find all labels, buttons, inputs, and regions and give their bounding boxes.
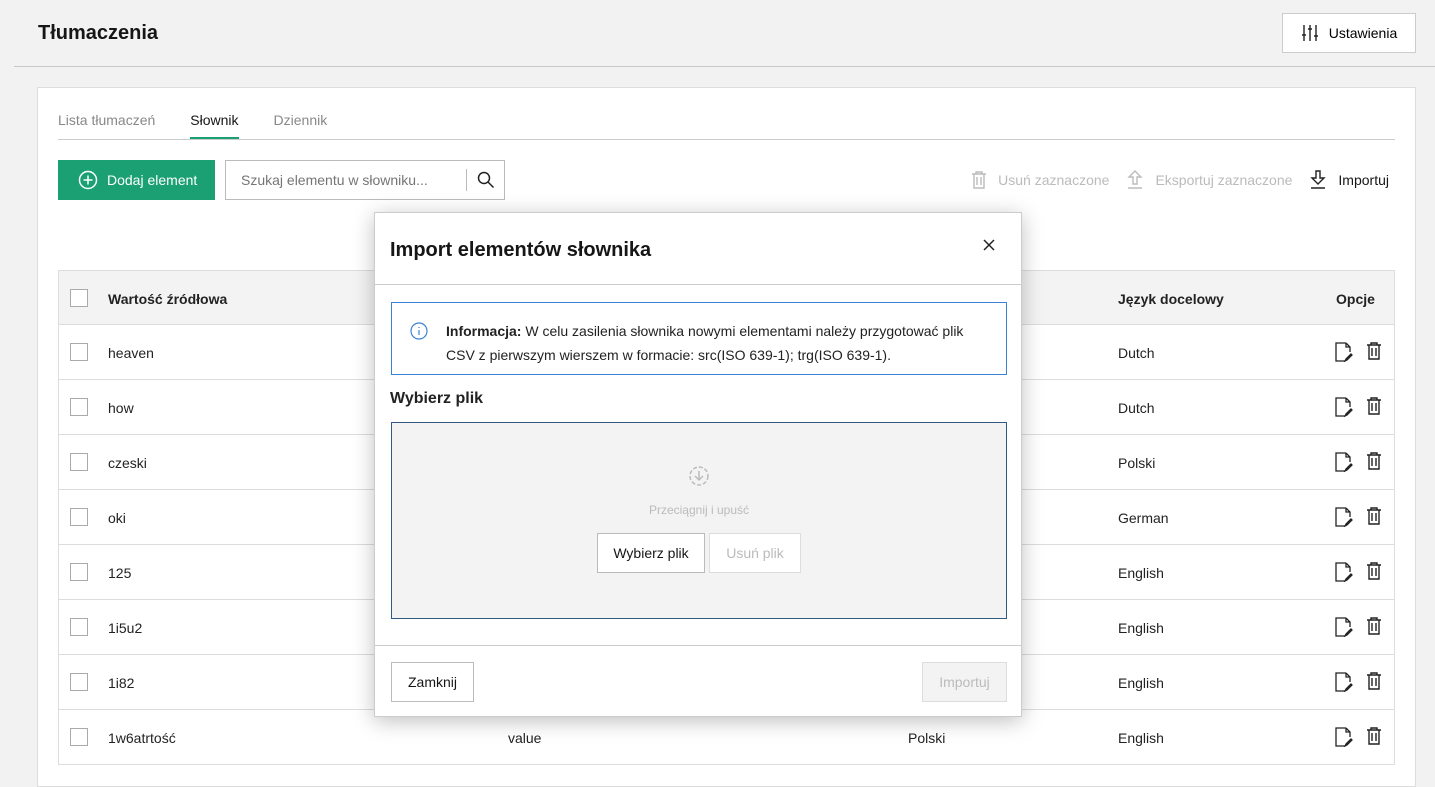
search-input[interactable] bbox=[226, 161, 466, 199]
trash-icon[interactable] bbox=[1367, 727, 1381, 745]
target-lang: English bbox=[1118, 730, 1164, 746]
edit-icon[interactable] bbox=[1335, 727, 1353, 747]
import-label: Importuj bbox=[1338, 171, 1389, 188]
source-value: 1w6atrtość bbox=[108, 730, 176, 746]
import-submit-button[interactable]: Importuj bbox=[922, 662, 1007, 702]
target-lang: English bbox=[1118, 565, 1164, 581]
row-checkbox[interactable] bbox=[70, 673, 88, 691]
row-checkbox[interactable] bbox=[70, 453, 88, 471]
file-dropzone[interactable]: Przeciągnij i upuść Wybierz plik Usuń pl… bbox=[391, 422, 1007, 619]
trash-icon[interactable] bbox=[1367, 672, 1381, 690]
row-checkbox[interactable] bbox=[70, 563, 88, 581]
tab-dictionary[interactable]: Słownik bbox=[190, 112, 239, 139]
row-options bbox=[1335, 452, 1381, 472]
row-options bbox=[1335, 672, 1381, 692]
modal-header: Import elementów słownika bbox=[375, 213, 1021, 285]
modal-footer-divider bbox=[375, 645, 1021, 646]
add-element-button[interactable]: Dodaj element bbox=[58, 160, 215, 200]
source-value: 1i5u2 bbox=[108, 620, 143, 636]
tab-translation-list[interactable]: Lista tłumaczeń bbox=[58, 112, 155, 139]
edit-icon[interactable] bbox=[1335, 452, 1353, 472]
info-text: W celu zasilenia słownika nowymi element… bbox=[446, 323, 964, 363]
trash-icon[interactable] bbox=[1367, 507, 1381, 525]
source-lang: Polski bbox=[908, 730, 946, 746]
row-options bbox=[1335, 342, 1381, 362]
info-box: Informacja: W celu zasilenia słownika no… bbox=[391, 302, 1007, 375]
select-all-checkbox[interactable] bbox=[70, 289, 88, 307]
row-checkbox[interactable] bbox=[70, 728, 88, 746]
import-modal: Import elementów słownika Informacja: W … bbox=[374, 212, 1022, 717]
edit-icon[interactable] bbox=[1335, 342, 1353, 362]
source-value: 125 bbox=[108, 565, 132, 581]
trash-icon bbox=[972, 170, 987, 189]
header-target-lang: Język docelowy bbox=[1118, 291, 1224, 307]
row-checkbox[interactable] bbox=[70, 508, 88, 526]
info-icon bbox=[410, 322, 428, 340]
choose-file-label: Wybierz plik bbox=[390, 390, 484, 407]
row-checkbox[interactable] bbox=[70, 618, 88, 636]
tab-log[interactable]: Dziennik bbox=[274, 112, 328, 139]
edit-icon[interactable] bbox=[1335, 397, 1353, 417]
search-icon bbox=[477, 171, 494, 189]
target-lang: Dutch bbox=[1118, 345, 1155, 361]
download-icon bbox=[1310, 170, 1327, 189]
export-selected-label: Eksportuj zaznaczone bbox=[1155, 171, 1293, 188]
export-selected-button[interactable]: Eksportuj zaznaczone bbox=[1127, 170, 1292, 189]
row-options bbox=[1335, 727, 1381, 747]
plus-circle-icon bbox=[78, 170, 98, 190]
search-box bbox=[225, 160, 505, 200]
table-row: 1w6atrtość value Polski English bbox=[58, 710, 1395, 765]
target-lang: English bbox=[1118, 620, 1164, 636]
trash-icon[interactable] bbox=[1367, 562, 1381, 580]
row-checkbox[interactable] bbox=[70, 343, 88, 361]
settings-label: Ustawienia bbox=[1328, 25, 1398, 41]
add-element-label: Dodaj element bbox=[107, 172, 198, 188]
trash-icon[interactable] bbox=[1367, 397, 1381, 415]
row-options bbox=[1335, 617, 1381, 637]
target-lang: German bbox=[1118, 510, 1169, 526]
target-lang: Polski bbox=[1118, 455, 1156, 471]
sliders-icon bbox=[1301, 25, 1318, 41]
search-button[interactable] bbox=[466, 169, 504, 191]
divider bbox=[14, 66, 1435, 67]
edit-icon[interactable] bbox=[1335, 562, 1353, 582]
header-source: Wartość źródłowa bbox=[108, 291, 228, 307]
import-button[interactable]: Importuj bbox=[1310, 170, 1389, 189]
page-title: Tłumaczenia bbox=[38, 22, 159, 44]
row-checkbox[interactable] bbox=[70, 398, 88, 416]
row-options bbox=[1335, 562, 1381, 582]
trash-icon[interactable] bbox=[1367, 342, 1381, 360]
delete-selected-label: Usuń zaznaczone bbox=[998, 171, 1110, 188]
drop-text: Przeciągnij i upuść bbox=[648, 503, 750, 517]
remove-file-button[interactable]: Usuń plik bbox=[709, 533, 801, 573]
target-lang: Dutch bbox=[1118, 400, 1155, 416]
trash-icon[interactable] bbox=[1367, 452, 1381, 470]
info-label: Informacja: bbox=[446, 323, 522, 339]
target-value: value bbox=[508, 730, 542, 746]
download-circle-icon bbox=[689, 466, 709, 486]
source-value: 1i82 bbox=[108, 675, 135, 691]
edit-icon[interactable] bbox=[1335, 507, 1353, 527]
tabs: Lista tłumaczeń Słownik Dziennik bbox=[58, 112, 1395, 140]
source-value: heaven bbox=[108, 345, 154, 361]
trash-icon[interactable] bbox=[1367, 617, 1381, 635]
settings-button[interactable]: Ustawienia bbox=[1282, 13, 1416, 53]
target-lang: English bbox=[1118, 675, 1164, 691]
delete-selected-button[interactable]: Usuń zaznaczone bbox=[972, 170, 1110, 189]
table-actions: Usuń zaznaczone Eksportuj zaznaczone Imp… bbox=[972, 170, 1389, 189]
close-button[interactable]: Zamknij bbox=[391, 662, 474, 702]
edit-icon[interactable] bbox=[1335, 672, 1353, 692]
source-value: how bbox=[108, 400, 134, 416]
top-bar: Tłumaczenia Ustawienia bbox=[0, 0, 1435, 66]
row-options bbox=[1335, 507, 1381, 527]
header-options: Opcje bbox=[1336, 291, 1375, 307]
modal-title: Import elementów słownika bbox=[390, 239, 652, 261]
source-value: czeski bbox=[108, 455, 147, 471]
upload-icon bbox=[1127, 170, 1144, 189]
choose-file-button[interactable]: Wybierz plik bbox=[597, 533, 705, 573]
row-options bbox=[1335, 397, 1381, 417]
source-value: oki bbox=[108, 510, 126, 526]
edit-icon[interactable] bbox=[1335, 617, 1353, 637]
close-icon[interactable] bbox=[983, 239, 995, 251]
